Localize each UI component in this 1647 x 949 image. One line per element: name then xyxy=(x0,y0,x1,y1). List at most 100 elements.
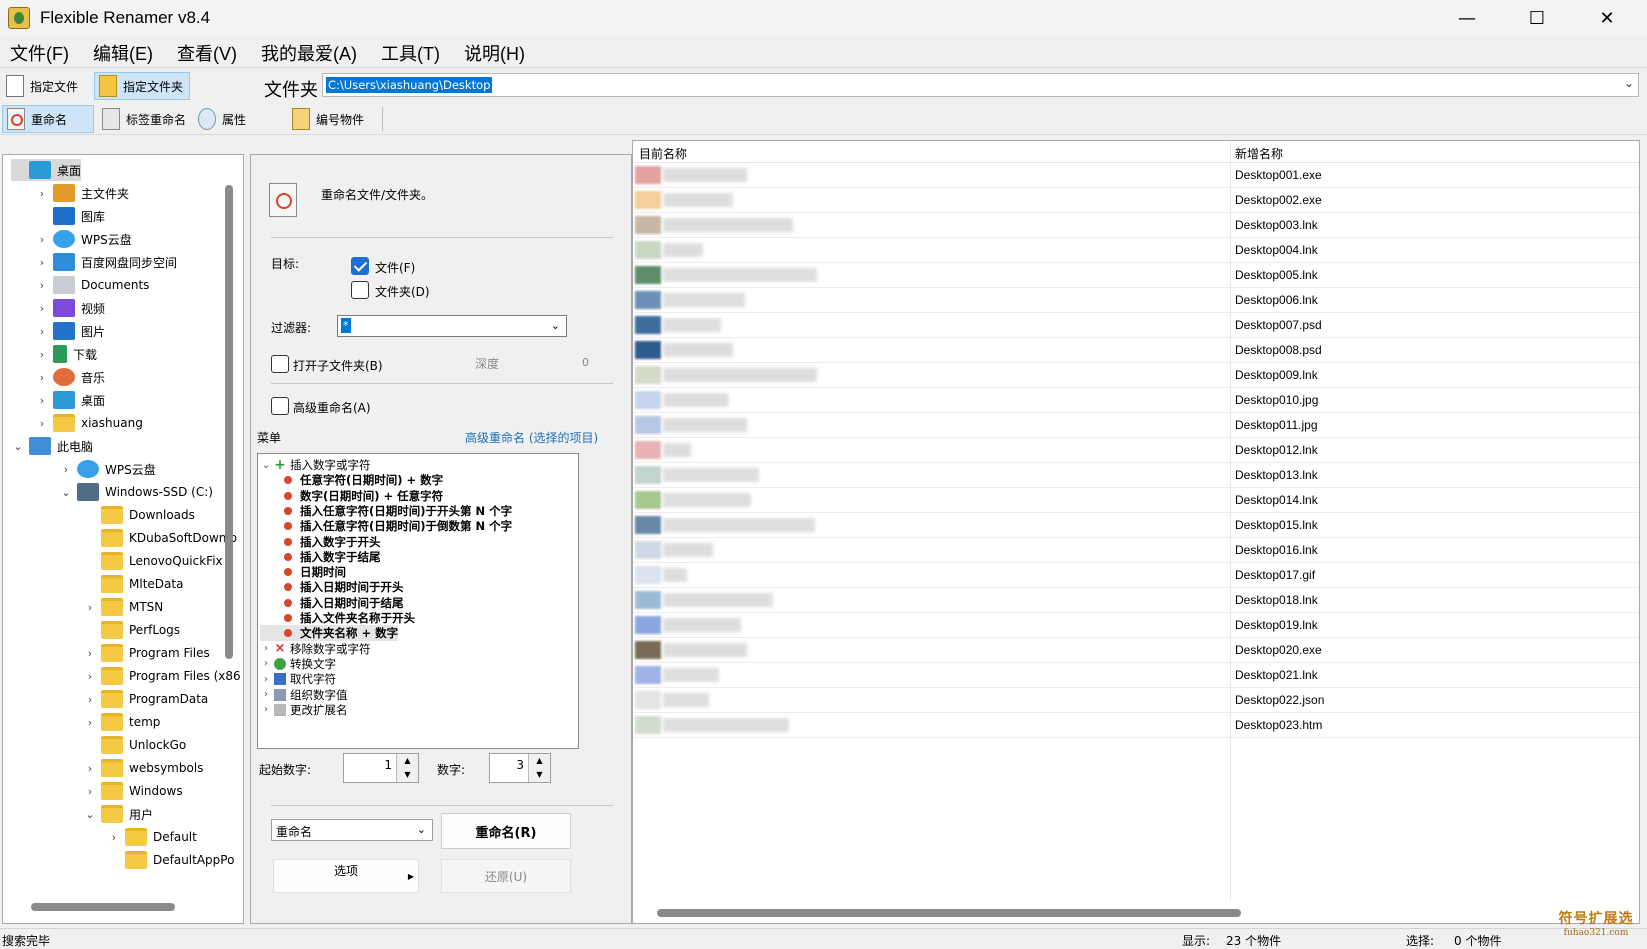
path-combobox[interactable]: C:\Users\xiashuang\Desktop ⌄ xyxy=(322,73,1639,97)
tab-number-items[interactable]: 编号物件 xyxy=(288,105,378,133)
tree-item[interactable]: DefaultAppPo xyxy=(107,849,234,871)
file-row[interactable]: Desktop005.lnk xyxy=(633,263,1639,288)
options-button[interactable]: 选项 ▶ xyxy=(273,859,419,893)
tree-item[interactable]: › Program Files (x86 xyxy=(83,665,241,687)
menu-view[interactable]: 查看(V) xyxy=(177,40,237,66)
expand-toggle-icon[interactable]: › xyxy=(83,670,97,683)
spin-up-icon[interactable]: ▲ xyxy=(528,754,550,768)
file-row[interactable]: Desktop002.exe xyxy=(633,188,1639,213)
expand-toggle-icon[interactable]: ⌄ xyxy=(83,808,97,821)
tree-item[interactable]: › 百度网盘同步空间 xyxy=(35,251,177,273)
method-item[interactable]: 插入数字于结尾 xyxy=(260,549,381,565)
tree-horizontal-scrollbar[interactable] xyxy=(31,903,175,911)
tree-item[interactable]: ⌄ 用户 xyxy=(83,803,153,825)
file-row[interactable]: Desktop015.lnk xyxy=(633,513,1639,538)
tree-item[interactable]: LenovoQuickFix xyxy=(83,550,223,572)
tree-vertical-scrollbar[interactable] xyxy=(225,185,233,659)
target-files-checkbox[interactable] xyxy=(351,257,369,275)
file-row[interactable]: Desktop016.lnk xyxy=(633,538,1639,563)
depth-input[interactable]: 0 xyxy=(543,353,595,375)
tree-item[interactable]: › 桌面 xyxy=(35,389,105,411)
method-item[interactable]: 插入任意字符(日期时间)于倒数第 N 个字 xyxy=(260,518,512,534)
expand-toggle-icon[interactable]: › xyxy=(107,831,121,844)
tree-item[interactable]: UnlockGo xyxy=(83,734,186,756)
tree-item[interactable]: › temp xyxy=(83,711,160,733)
chevron-down-icon[interactable]: ⌄ xyxy=(417,823,426,836)
expand-toggle-icon[interactable]: › xyxy=(35,279,49,292)
file-row[interactable]: Desktop019.lnk xyxy=(633,613,1639,638)
expand-toggle-icon[interactable]: › xyxy=(83,762,97,775)
start-number-input[interactable]: 1 ▲ ▼ xyxy=(343,753,419,783)
tree-item[interactable]: › 视频 xyxy=(35,297,105,319)
expand-toggle-icon[interactable]: › xyxy=(35,302,49,315)
tree-item[interactable]: 桌面 xyxy=(11,159,82,181)
method-category[interactable]: › 组织数字值 xyxy=(260,687,348,703)
advanced-rename-checkbox[interactable] xyxy=(271,397,289,415)
tree-item[interactable]: › MTSN xyxy=(83,596,163,618)
tree-item[interactable]: › 音乐 xyxy=(35,366,105,388)
expand-toggle-icon[interactable]: › xyxy=(35,348,49,361)
method-item[interactable]: 任意字符(日期时间) + 数字 xyxy=(260,472,443,488)
list-horizontal-scrollbar[interactable] xyxy=(657,909,1241,917)
tree-item[interactable]: › Documents xyxy=(35,274,149,296)
expand-toggle-icon[interactable]: › xyxy=(35,394,49,407)
tab-attributes[interactable]: 属性 xyxy=(194,105,274,133)
file-row[interactable]: Desktop020.exe xyxy=(633,638,1639,663)
tree-item[interactable]: ⌄ Windows-SSD (C:) xyxy=(59,481,213,503)
spin-down-icon[interactable]: ▼ xyxy=(528,768,550,782)
specify-folders-button[interactable]: 指定文件夹 xyxy=(94,72,190,100)
file-row[interactable]: Desktop001.exe xyxy=(633,163,1639,188)
file-row[interactable]: Desktop017.gif xyxy=(633,563,1639,588)
menu-edit[interactable]: 编辑(E) xyxy=(93,40,153,66)
tree-item[interactable]: › 主文件夹 xyxy=(35,182,129,204)
expand-toggle-icon[interactable]: › xyxy=(35,371,49,384)
mode-select[interactable]: 重命名 ⌄ xyxy=(271,819,433,841)
spin-down-icon[interactable]: ▼ xyxy=(396,768,418,782)
tree-item[interactable]: › Program Files xyxy=(83,642,210,664)
tree-item[interactable]: Downloads xyxy=(83,504,195,526)
open-subfolders-checkbox[interactable] xyxy=(271,355,289,373)
tree-item[interactable]: 图库 xyxy=(35,205,105,227)
method-item[interactable]: 插入日期时间于结尾 xyxy=(260,595,404,611)
tab-rename[interactable]: 重命名 xyxy=(2,105,94,133)
method-item[interactable]: 文件夹名称 + 数字 xyxy=(260,625,399,642)
expand-toggle-icon[interactable]: › xyxy=(83,601,97,614)
file-row[interactable]: Desktop022.json xyxy=(633,688,1639,713)
expand-toggle-icon[interactable]: › xyxy=(83,785,97,798)
tree-item[interactable]: ⌄ 此电脑 xyxy=(11,435,93,457)
restore-button[interactable]: 还原(U) xyxy=(441,859,571,893)
tree-item[interactable]: PerfLogs xyxy=(83,619,180,641)
method-category[interactable]: ⌄ + 插入数字或字符 xyxy=(260,457,371,473)
rename-button[interactable]: 重命名(R) xyxy=(441,813,571,849)
column-divider[interactable] xyxy=(1230,141,1231,901)
tree-item[interactable]: › Default xyxy=(107,826,197,848)
expand-toggle-icon[interactable]: › xyxy=(260,689,272,700)
tree-item[interactable]: MlteData xyxy=(83,573,183,595)
file-list[interactable]: 目前名称 新增名称 Desktop001.exe Desktop002.exe De… xyxy=(632,140,1640,924)
tab-tag-rename[interactable]: 标签重命名 xyxy=(98,105,190,133)
folder-tree[interactable]: 桌面 › 主文件夹 图库 › WPS云盘 › 百度网盘同步空间 › Documents › 视频 › 图片… xyxy=(2,154,244,924)
method-item[interactable]: 数字(日期时间) + 任意字符 xyxy=(260,488,443,504)
tree-item[interactable]: › WPS云盘 xyxy=(59,458,156,480)
tree-item[interactable]: › Windows xyxy=(83,780,183,802)
file-row[interactable]: Desktop010.jpg xyxy=(633,388,1639,413)
menu-help[interactable]: 说明(H) xyxy=(464,40,525,66)
expand-toggle-icon[interactable]: › xyxy=(260,704,272,715)
tree-item[interactable]: › 下载 xyxy=(35,343,97,365)
file-row[interactable]: Desktop003.lnk xyxy=(633,213,1639,238)
file-row[interactable]: Desktop008.psd xyxy=(633,338,1639,363)
column-original-name[interactable]: 目前名称 xyxy=(639,145,687,162)
file-row[interactable]: Desktop023.htm xyxy=(633,713,1639,738)
method-category[interactable]: › × 移除数字或字符 xyxy=(260,641,371,657)
expand-toggle-icon[interactable]: › xyxy=(35,233,49,246)
file-row[interactable]: Desktop004.lnk xyxy=(633,238,1639,263)
expand-toggle-icon[interactable]: › xyxy=(260,674,272,685)
tree-item[interactable]: › WPS云盘 xyxy=(35,228,132,250)
column-new-name[interactable]: 新增名称 xyxy=(1235,145,1283,162)
chevron-down-icon[interactable]: ⌄ xyxy=(1624,76,1634,90)
method-category[interactable]: › 转换文字 xyxy=(260,656,336,672)
spin-up-icon[interactable]: ▲ xyxy=(396,754,418,768)
tree-item[interactable]: › xiashuang xyxy=(35,412,143,434)
file-row[interactable]: Desktop006.lnk xyxy=(633,288,1639,313)
expand-toggle-icon[interactable]: › xyxy=(260,643,272,654)
